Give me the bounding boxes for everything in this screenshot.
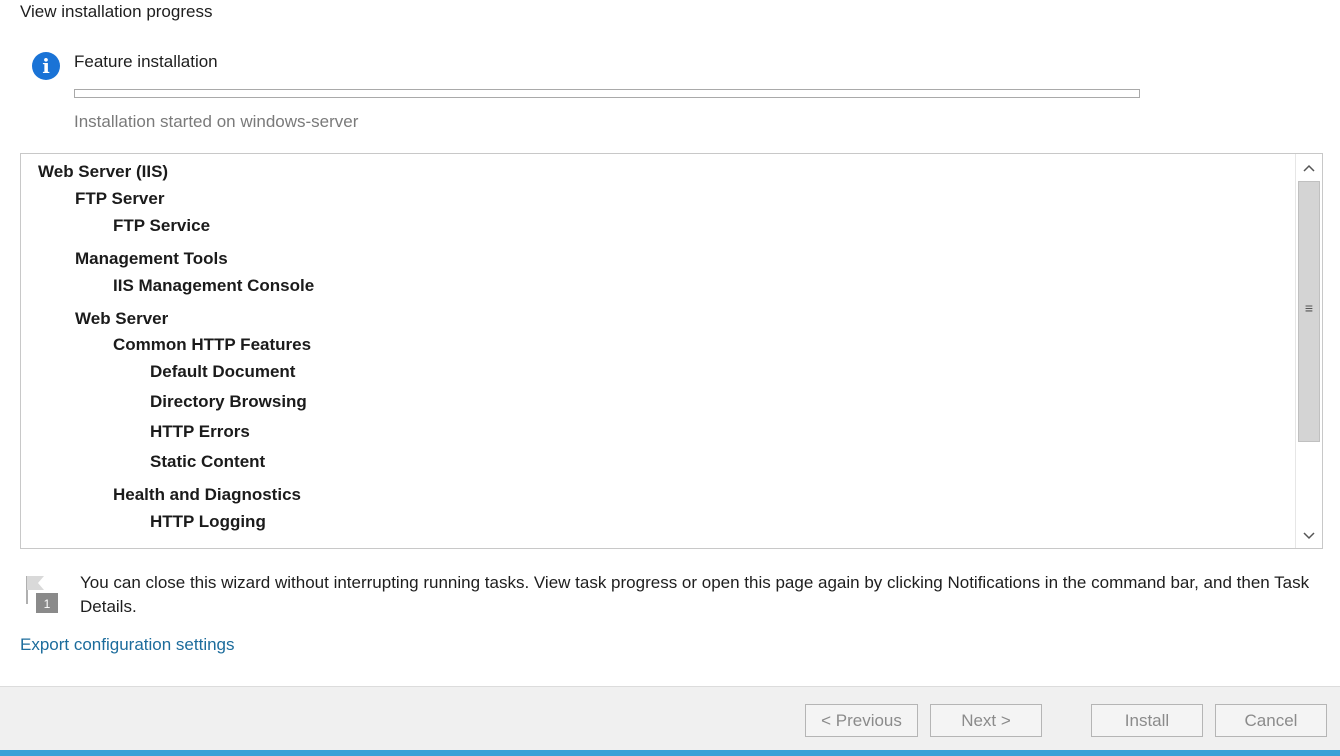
chevron-up-icon[interactable] [1296,154,1322,180]
vertical-scrollbar[interactable]: ≡ [1295,154,1322,548]
grip-icon: ≡ [1304,300,1314,316]
previous-button[interactable]: < Previous [805,704,918,737]
feature-item: Management Tools [75,249,228,268]
feature-item: Web Server (IIS) [38,162,169,181]
next-button[interactable]: Next > [930,704,1042,737]
info-icon: i [32,52,60,80]
feature-item: IIS Management Console [113,276,315,295]
feature-item: HTTP Errors [150,422,250,441]
feature-item: HTTP Logging [150,512,266,531]
notice-text: You can close this wizard without interr… [80,573,1310,616]
install-status: Installation started on windows-server [74,112,359,131]
taskbar [0,750,1340,756]
feature-item: FTP Server [75,189,165,208]
feature-item: Health and Diagnostics [113,485,301,504]
install-progress-bar [74,89,1140,98]
feature-item: FTP Service [113,216,211,235]
feature-item: Web Server [75,309,169,328]
feature-item: Common HTTP Features [113,335,312,354]
notification-badge: 1 [44,597,51,611]
chevron-down-icon[interactable] [1296,522,1322,548]
export-configuration-link[interactable]: Export configuration settings [20,635,235,655]
notification-flag-icon: 1 [26,576,58,613]
feature-item: Static Content [150,452,266,471]
feature-item: Directory Browsing [150,392,307,411]
page-heading: View installation progress [20,2,213,21]
scroll-thumb[interactable]: ≡ [1298,181,1320,442]
feature-item: Default Document [150,362,296,381]
cancel-button[interactable]: Cancel [1215,704,1327,737]
install-button[interactable]: Install [1091,704,1203,737]
feature-list[interactable]: Web Server (IIS) FTP Server FTP Service … [20,153,1323,549]
install-title: Feature installation [74,52,218,71]
wizard-footer: < Previous Next > Install Cancel [0,686,1340,751]
